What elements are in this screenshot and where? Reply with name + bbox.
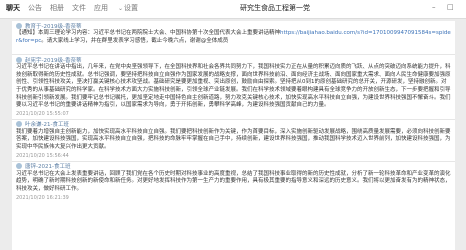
message-text: 【通知】本周三理论学习内容：习近平总书记在两院院士大会、中国科协第十次全国代表大… (16, 30, 451, 45)
avatar[interactable] (16, 22, 22, 29)
message-author[interactable]: 教育于-2019级-香奈蒂 (25, 22, 81, 30)
message-timestamp: 2021/10/20 15:56:44 (16, 153, 69, 160)
message-author[interactable]: 唐锌-2021-食工班 (25, 162, 70, 170)
top-tab-bar: 聊天 公告 相册 文件 应用 ⌄ 设置 研究生食品工程第一党 – □ (0, 0, 466, 19)
message-text-suffix: 。请大家线上学习，并在群里发表学习感悟，截止今晚六点，谢谢@全体成员 (41, 37, 229, 44)
avatar[interactable] (16, 121, 22, 128)
tab-album[interactable]: 相册 (50, 4, 64, 13)
message-text-prefix: 【通知】本周三理论学习内容：习近平总书记在两院院士大会、中国科协第十次全国代表大… (16, 30, 281, 36)
message-text: 我们要着力增强自主创新能力，加快实现高水平科技自立自强。我们要把科技创新作为关键… (16, 128, 451, 150)
minimize-icon[interactable]: – (432, 3, 436, 12)
message-item: 叶余谦-21-食工班 我们要着力增强自主创新能力，加快实现高水平科技自立自强。我… (12, 120, 455, 161)
message-item: 教育于-2019级-香奈蒂 【通知】本周三理论学习内容：习近平总书记在两院院士大… (12, 21, 455, 54)
tab-announcements[interactable]: 公告 (28, 4, 42, 13)
message-item: 赵宪宇-2019级-香奈蒂 习近平总书记在讲话中指出，几年来，在党中央坚强领导下… (12, 55, 455, 119)
message-timestamp: 2021/10/20 16:21:39 (16, 194, 69, 201)
maximize-icon[interactable]: □ (447, 3, 454, 12)
message-text: 习近平总书记在讲话中指出，几年来，在党中央坚强领导下，在全国科技界和社会各界共同… (16, 64, 451, 109)
window-title: 研究生食品工程第一党 (240, 4, 310, 12)
message-timestamp: 2021/10/20 15:55:07 (16, 111, 69, 118)
message-item: 唐锌-2021-食工班 习近平总书记在大会上发表重要讲话，回顾了我们党在各个历史… (12, 162, 455, 203)
tab-chat[interactable]: 聊天 (6, 4, 20, 13)
message-feed[interactable]: 教育于-2019级-香奈蒂 【通知】本周三理论学习内容：习近平总书记在两院院士大… (12, 21, 455, 250)
message-author[interactable]: 赵宪宇-2019级-香奈蒂 (25, 56, 81, 64)
message-author[interactable]: 叶余谦-21-食工班 (25, 120, 69, 128)
avatar[interactable] (16, 163, 22, 170)
avatar[interactable] (16, 56, 22, 63)
tab-settings[interactable]: 设置 (124, 4, 138, 13)
chevron-down-icon[interactable]: ⌄ (118, 4, 123, 13)
tab-files[interactable]: 文件 (72, 4, 86, 13)
tab-apps[interactable]: 应用 (94, 4, 108, 13)
message-text: 习近平总书记在大会上发表重要讲话，回顾了我们党在各个历史时期对科技事业的高度重视… (16, 170, 451, 192)
